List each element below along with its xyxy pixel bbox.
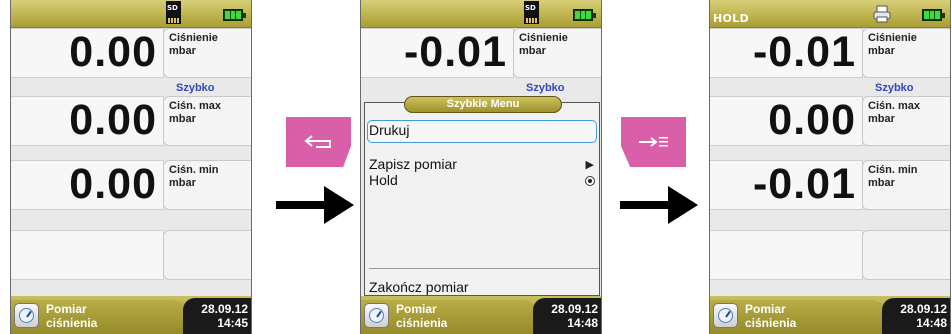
footer-title-line1: Pomiar	[396, 302, 437, 316]
pressure-label: Ciśnienie	[169, 32, 218, 44]
footer-datetime: 28.09.12 14:45	[201, 302, 248, 330]
status-bar: SD	[11, 0, 251, 28]
right-arrow-icon	[620, 186, 698, 224]
pressure-value-box: 0.00	[11, 28, 164, 78]
menu-item-print[interactable]: Drukuj	[369, 122, 409, 138]
device-screen-1: SD 0.00 Ciśnienie mbar Szybko 0.00 Ciśn.…	[10, 0, 252, 334]
hold-indicator: HOLD	[713, 12, 749, 25]
print-softkey[interactable]	[621, 117, 686, 167]
menu-divider	[369, 268, 599, 269]
empty-label-box	[163, 230, 251, 280]
radio-selected-icon[interactable]	[585, 176, 595, 186]
footer-date: 28.09.12	[201, 302, 248, 316]
min-label-box: Ciśn. min mbar	[862, 160, 950, 210]
mode-label: Szybko	[875, 82, 914, 94]
pressure-value: -0.01	[752, 28, 856, 76]
footer-time: 14:45	[217, 316, 248, 330]
empty-label-box	[862, 230, 950, 280]
printer-icon	[873, 5, 891, 23]
battery-icon	[922, 9, 945, 21]
min-label-box: Ciśn. min mbar	[163, 160, 251, 210]
status-bar: SD	[361, 0, 601, 28]
submenu-arrow-icon: ▶	[585, 159, 594, 171]
min-value-box: -0.01	[710, 160, 863, 210]
arrow-to-list-icon	[621, 117, 686, 167]
device-screen-3: HOLD -0.01 Ciśnienie mbar Szybko 0.00 Ci…	[709, 0, 951, 334]
min-value: 0.00	[69, 160, 157, 208]
quick-menu-title: Szybkie Menu	[404, 96, 562, 113]
max-value-box: 0.00	[710, 96, 863, 146]
menu-item-hold[interactable]: Hold	[369, 172, 398, 188]
pressure-value: 0.00	[69, 28, 157, 76]
pressure-unit: mbar	[169, 45, 196, 57]
max-label: Ciśn. max	[868, 100, 920, 112]
status-bar: HOLD	[710, 0, 950, 28]
pressure-gauge-icon	[713, 303, 738, 328]
max-unit: mbar	[169, 113, 196, 125]
mode-label: Szybko	[526, 82, 565, 94]
pressure-value-box: -0.01	[361, 28, 514, 78]
return-arrow-icon	[286, 117, 351, 167]
min-value-box: 0.00	[11, 160, 164, 210]
pressure-label: Ciśnienie	[868, 32, 917, 44]
back-softkey[interactable]	[286, 117, 351, 167]
footer-time: 14:48	[916, 316, 947, 330]
footer-time: 14:48	[567, 316, 598, 330]
menu-item-save[interactable]: Zapisz pomiar	[369, 156, 457, 172]
empty-value-box	[11, 230, 164, 280]
pressure-label-box: Ciśnienie mbar	[513, 28, 601, 78]
min-value: -0.01	[752, 160, 856, 208]
empty-value-box	[710, 230, 863, 280]
max-label: Ciśn. max	[169, 100, 221, 112]
menu-item-exit[interactable]: Zakończ pomiar	[369, 279, 469, 295]
pressure-gauge-icon	[14, 303, 39, 328]
sd-card-icon: SD	[166, 1, 181, 24]
footer-bar: Pomiar ciśnienia 28.09.12 14:48	[710, 296, 950, 334]
pressure-gauge-icon	[364, 303, 389, 328]
footer-bar: Pomiar ciśnienia 28.09.12 14:45	[11, 296, 251, 334]
footer-title-line1: Pomiar	[46, 302, 87, 316]
max-label-box: Ciśn. max mbar	[862, 96, 950, 146]
footer-title-line1: Pomiar	[745, 302, 786, 316]
right-arrow-icon	[276, 186, 354, 224]
footer-title-line2: ciśnienia	[745, 316, 797, 330]
max-unit: mbar	[868, 113, 895, 125]
max-value: 0.00	[768, 96, 856, 144]
sd-card-icon: SD	[524, 1, 539, 24]
footer-datetime: 28.09.12 14:48	[551, 302, 598, 330]
footer-title-line2: ciśnienia	[396, 316, 448, 330]
device-screen-2: SD -0.01 Ciśnienie mbar Szybko Szybkie M…	[360, 0, 602, 334]
max-value-box: 0.00	[11, 96, 164, 146]
min-unit: mbar	[868, 177, 895, 189]
footer-bar: Pomiar ciśnienia 28.09.12 14:48	[361, 296, 601, 334]
pressure-unit: mbar	[868, 45, 895, 57]
pressure-value-box: -0.01	[710, 28, 863, 78]
battery-icon	[573, 9, 596, 21]
pressure-label-box: Ciśnienie mbar	[163, 28, 251, 78]
pressure-value: -0.01	[403, 28, 507, 76]
footer-datetime: 28.09.12 14:48	[900, 302, 947, 330]
footer-title-line2: ciśnienia	[46, 316, 98, 330]
pressure-label: Ciśnienie	[519, 32, 568, 44]
max-value: 0.00	[69, 96, 157, 144]
footer-date: 28.09.12	[551, 302, 598, 316]
footer-date: 28.09.12	[900, 302, 947, 316]
min-label: Ciśn. min	[169, 164, 219, 176]
battery-icon	[223, 9, 246, 21]
pressure-label-box: Ciśnienie mbar	[862, 28, 950, 78]
max-label-box: Ciśn. max mbar	[163, 96, 251, 146]
pressure-unit: mbar	[519, 45, 546, 57]
min-unit: mbar	[169, 177, 196, 189]
mode-label: Szybko	[176, 82, 215, 94]
min-label: Ciśn. min	[868, 164, 918, 176]
